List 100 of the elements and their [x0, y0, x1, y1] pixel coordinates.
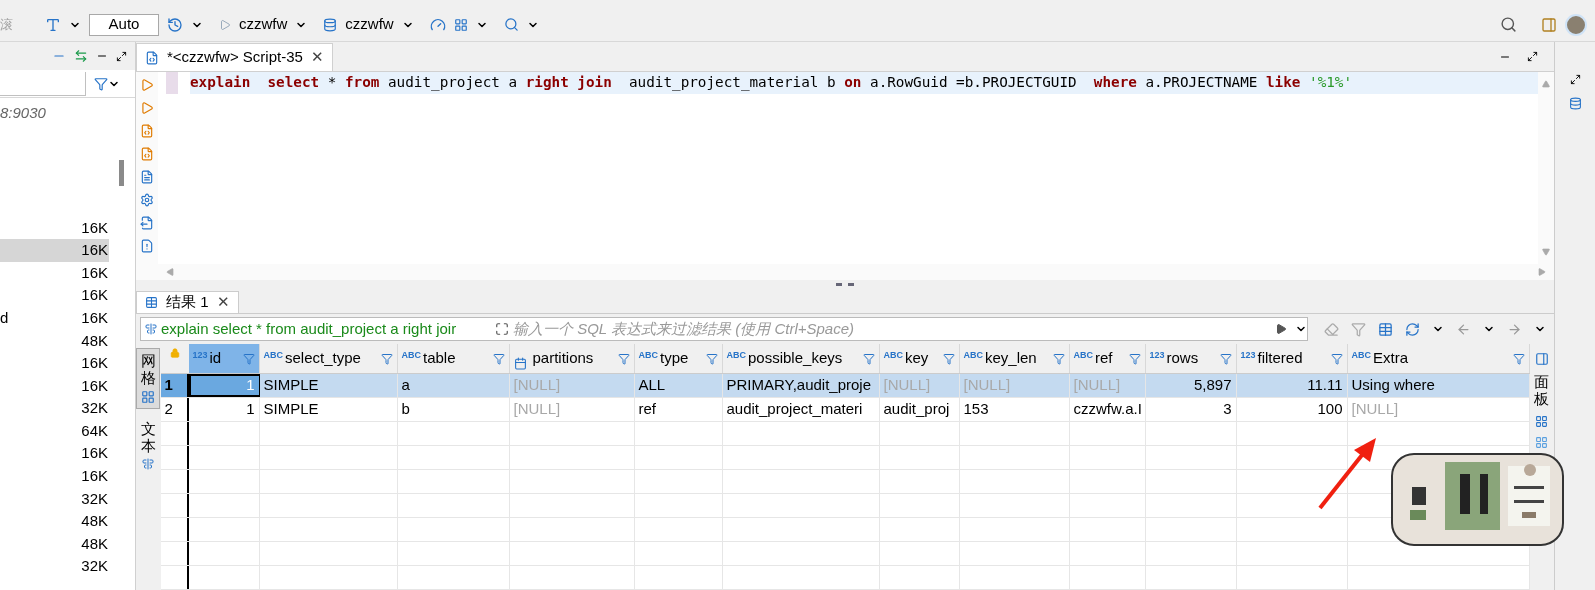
panel-icon[interactable]: [1534, 352, 1549, 366]
scroll-up-icon[interactable]: [1542, 80, 1550, 88]
back-icon[interactable]: [1456, 321, 1471, 337]
table-item[interactable]: 16K: [0, 239, 109, 262]
table-item[interactable]: 16K: [0, 261, 109, 285]
maximize-icon[interactable]: [116, 50, 127, 62]
gauge-icon[interactable]: [429, 16, 446, 33]
table-item[interactable]: 48K: [0, 510, 109, 533]
link-icon[interactable]: [74, 49, 88, 63]
filter-icon[interactable]: [1330, 352, 1343, 365]
table-cell: 153: [959, 398, 1070, 421]
table-cell: [NULL]: [509, 374, 635, 397]
table-item[interactable]: 16K: [0, 465, 109, 488]
table-item[interactable]: 48K: [0, 329, 109, 353]
grid-icon[interactable]: [1535, 436, 1549, 449]
table-item[interactable]: d 16K: [0, 306, 109, 330]
close-button[interactable]: ✕: [216, 291, 230, 314]
column-header[interactable]: partitions: [509, 344, 635, 373]
filter-icon[interactable]: [1219, 352, 1232, 365]
table-cell: SIMPLE: [259, 398, 398, 421]
avatar-icon[interactable]: [1565, 13, 1587, 36]
table-item[interactable]: 16K: [0, 442, 109, 466]
filter-icon[interactable]: [942, 352, 955, 365]
grid-icon[interactable]: [1535, 415, 1549, 428]
restore-icon[interactable]: [1569, 74, 1581, 85]
refresh-icon[interactable]: [1405, 321, 1420, 337]
grid-icon[interactable]: [453, 17, 468, 32]
table-size: 32K: [81, 556, 108, 577]
perspective-icon[interactable]: [1541, 16, 1557, 33]
script-run-icon[interactable]: [140, 147, 154, 161]
editor-tab[interactable]: *<czzwfw> Script-35 ✕: [136, 43, 333, 71]
table-name: d: [0, 307, 9, 328]
tab-title: *<czzwfw> Script-35: [167, 47, 303, 68]
filter-icon[interactable]: [1512, 352, 1525, 365]
text-view-icon[interactable]: [142, 458, 155, 470]
sash-arrows-icon[interactable]: [836, 283, 854, 289]
filter-field[interactable]: [0, 71, 86, 96]
scroll-right-icon[interactable]: [1538, 268, 1546, 276]
view-tab[interactable]: 文本: [136, 417, 161, 474]
filter-icon[interactable]: [94, 76, 108, 91]
horizontal-scrollbar[interactable]: [158, 264, 1554, 280]
table-item[interactable]: 64K: [0, 419, 109, 443]
result-row[interactable]: 2 1 SIMPLE b [NULL] ref audit_project_materi audit_proj 153 czzwfw.a.I 3 100 [NULL]: [160, 398, 1530, 422]
grid-icon[interactable]: [141, 390, 156, 404]
query-text[interactable]: explain select * from audit_project a right joir: [161, 317, 491, 341]
settings-icon[interactable]: [140, 193, 154, 207]
table-item[interactable]: 16K: [0, 284, 109, 307]
apply-filter-icon[interactable]: [1275, 323, 1287, 335]
filter-icon[interactable]: [617, 352, 630, 365]
connection-selector[interactable]: czzwfw: [239, 13, 288, 36]
search-icon[interactable]: [1500, 16, 1517, 33]
table-cell: [NULL]: [959, 374, 1070, 397]
filter-icon[interactable]: [492, 352, 505, 365]
table-size: 16K: [81, 353, 108, 374]
results-tab[interactable]: 结果 1 ✕: [136, 291, 239, 313]
maximize-icon[interactable]: [1527, 51, 1538, 62]
close-button[interactable]: ✕: [310, 46, 324, 69]
search-icon[interactable]: [503, 17, 519, 32]
database-icon[interactable]: [1568, 97, 1582, 110]
connection-host: 8:9030: [0, 103, 47, 123]
filter-icon[interactable]: [380, 352, 393, 365]
table-size: 16K: [81, 375, 108, 396]
filter-icon[interactable]: [1128, 352, 1141, 365]
table-item[interactable]: 32K: [0, 397, 109, 420]
schema-selector[interactable]: czzwfw: [345, 13, 394, 36]
filter-icon[interactable]: [705, 352, 718, 365]
export-icon[interactable]: [140, 216, 154, 230]
vertical-scrollbar[interactable]: [1538, 72, 1554, 264]
filter-field[interactable]: explain select * from audit_project a right joir 输入一个 SQL 表达式来过滤结果 (使用 Ctrl+Space): [140, 317, 1308, 341]
table-item[interactable]: 16K: [0, 374, 109, 398]
run-new-icon[interactable]: [140, 101, 154, 115]
script-icon[interactable]: [140, 124, 154, 138]
table-item[interactable]: 48K: [0, 532, 109, 556]
explain-icon[interactable]: [140, 170, 154, 184]
filter-icon[interactable]: [242, 352, 255, 365]
table-item[interactable]: 16K: [0, 216, 109, 240]
filter-icon[interactable]: [862, 352, 875, 365]
filter-icon[interactable]: [1052, 352, 1065, 365]
expand-icon[interactable]: [495, 322, 509, 336]
table-item[interactable]: 32K: [0, 487, 109, 511]
database-icon[interactable]: [323, 17, 338, 32]
table-size: 32K: [81, 488, 108, 509]
table-item[interactable]: 16K: [0, 352, 109, 375]
run-icon[interactable]: [140, 78, 154, 92]
table-size: 64K: [81, 420, 108, 441]
history-icon[interactable]: [167, 16, 183, 33]
table-size: 16K: [81, 240, 108, 261]
commit-mode-field[interactable]: Auto: [89, 13, 159, 36]
result-row[interactable]: 1 1 SIMPLE a [NULL] ALL PRIMARY,audit_proje [NULL] [NULL] [NULL] 5,897 11.11 Using where: [160, 374, 1530, 398]
table-settings-icon[interactable]: [1378, 321, 1393, 337]
row-number: 1: [160, 374, 189, 397]
forward-icon[interactable]: [1507, 321, 1522, 337]
table-item[interactable]: 32K: [0, 555, 109, 578]
scroll-down-icon[interactable]: [1542, 248, 1550, 256]
warning-file-icon[interactable]: [140, 239, 154, 253]
transaction-icon[interactable]: [45, 16, 61, 33]
scrollbar-thumb[interactable]: [119, 160, 124, 186]
view-tab[interactable]: 网格: [136, 348, 161, 409]
panel-tab[interactable]: 面板: [1534, 374, 1550, 407]
scroll-left-icon[interactable]: [166, 268, 174, 276]
